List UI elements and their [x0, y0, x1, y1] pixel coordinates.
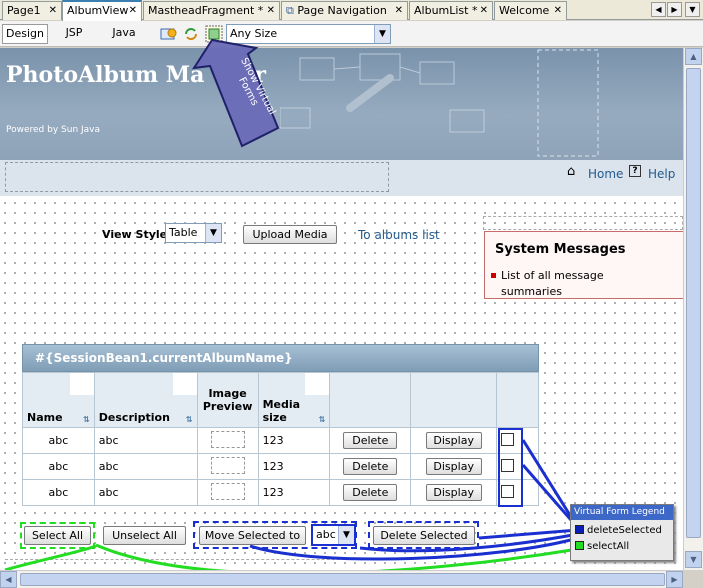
- legend-swatch: [575, 541, 584, 550]
- horizontal-scroll-thumb[interactable]: [20, 573, 665, 586]
- scroll-left-button[interactable]: ◀: [0, 571, 17, 588]
- legend-item-deleteselected: deleteSelected: [575, 525, 662, 536]
- vertical-scrollbar[interactable]: ▲ ▼: [683, 48, 703, 570]
- virtual-form-legend: Virtual Form Legend deleteSelected selec…: [570, 504, 674, 561]
- scroll-right-button[interactable]: ▶: [666, 571, 683, 588]
- horizontal-scrollbar[interactable]: ◀ ▶: [0, 570, 683, 588]
- vertical-scroll-thumb[interactable]: [686, 68, 701, 538]
- virtual-form-connector-lines: [4, 439, 580, 576]
- legend-item-selectall: selectAll: [575, 541, 629, 552]
- legend-title: Virtual Form Legend: [571, 505, 673, 520]
- legend-swatch: [575, 525, 584, 534]
- scroll-up-button[interactable]: ▲: [685, 48, 702, 65]
- scroll-down-button[interactable]: ▼: [685, 551, 702, 568]
